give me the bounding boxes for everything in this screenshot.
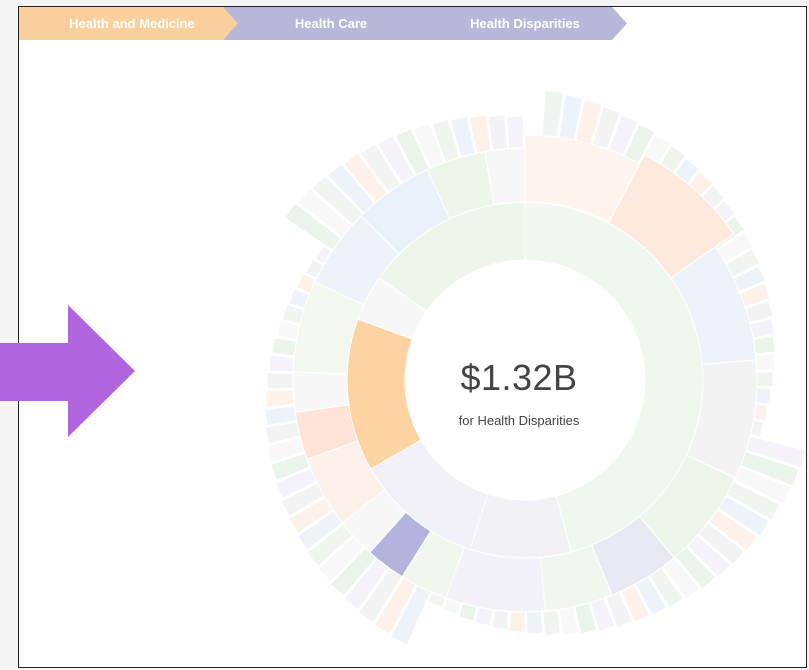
sunburst-ring3-segment[interactable] [276, 320, 301, 341]
sunburst-ring3-segment[interactable] [753, 403, 769, 422]
sunburst-ring3-segment[interactable] [508, 611, 526, 633]
sunburst-ring3-segment[interactable] [491, 609, 510, 630]
sunburst-ring3-segment[interactable] [506, 115, 524, 150]
sunburst-ring3-segment[interactable] [264, 389, 295, 408]
sunburst-ring2-segment[interactable] [292, 371, 350, 413]
sunburst-ring3-segment[interactable] [458, 602, 478, 622]
sunburst-ring3-segment[interactable] [266, 372, 294, 390]
sunburst-ring3-segment[interactable] [474, 606, 494, 627]
sunburst-ring3-segment[interactable] [755, 353, 776, 371]
sunburst-ring3-segment[interactable] [271, 337, 297, 357]
sunburst-ring3-segment[interactable] [526, 610, 544, 635]
sunburst-ring3-segment[interactable] [752, 335, 776, 355]
sunburst-ring3-segment[interactable] [487, 114, 508, 151]
center-label: for Health Disparities [458, 413, 580, 428]
arrow-right-icon [0, 305, 135, 437]
center-total-value: $1.32B [460, 357, 578, 398]
sunburst-ring3-segment[interactable] [268, 354, 295, 373]
sunburst-ring3-segment[interactable] [756, 370, 774, 388]
sunburst-ring3-segment[interactable] [542, 609, 562, 636]
sunburst-ring3-segment[interactable] [755, 387, 772, 405]
